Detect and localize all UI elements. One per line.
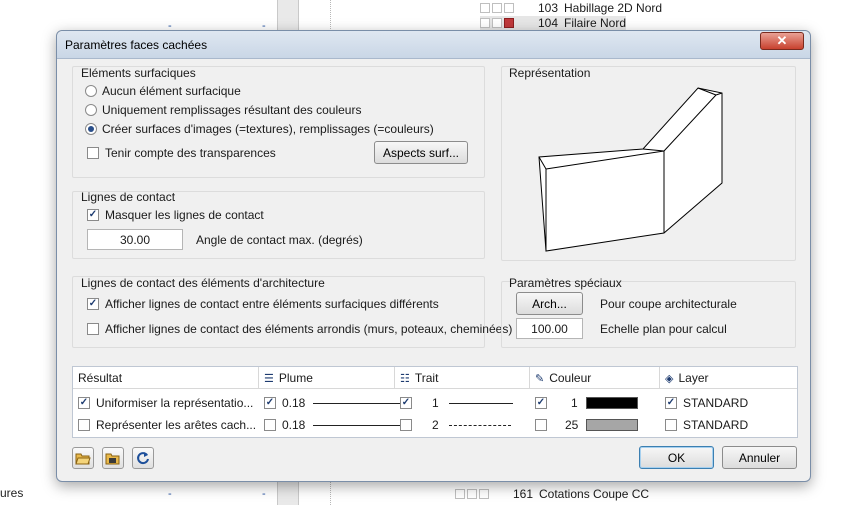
- hidden-faces-dialog: Paramètres faces cachées ✕ Eléments surf…: [56, 30, 811, 482]
- pen-cell[interactable]: 0.18: [264, 418, 406, 432]
- pen-cell[interactable]: ✓ 0.18: [264, 396, 406, 410]
- col-header-color[interactable]: ✎ Couleur: [530, 367, 660, 389]
- color-swatch: [586, 419, 639, 431]
- checkbox[interactable]: [535, 419, 547, 431]
- mask-contact-checkbox[interactable]: ✓ Masquer les lignes de contact: [87, 208, 264, 222]
- color-pen-icon: ✎: [535, 372, 545, 385]
- line-cell[interactable]: ✓ 1: [400, 396, 513, 410]
- show-rounded-elements-checkbox[interactable]: Afficher lignes de contact des éléments …: [87, 322, 512, 336]
- checkbox[interactable]: ✓: [400, 397, 412, 409]
- contact-angle-input[interactable]: 30.00: [87, 229, 183, 250]
- scale-input[interactable]: 100.00: [516, 318, 583, 339]
- checkbox[interactable]: ✓: [78, 397, 90, 409]
- arch-contact-label: Lignes de contact des éléments d'archite…: [81, 276, 325, 290]
- save-favorites-button[interactable]: [102, 447, 124, 469]
- pen-line-preview: [313, 424, 406, 426]
- pen-icon: ☰: [264, 372, 274, 385]
- contact-lines-label: Lignes de contact: [81, 190, 176, 204]
- background-list-item[interactable]: 161 Cotations Coupe CC: [455, 486, 649, 502]
- refresh-icon: [137, 452, 149, 465]
- color-cell[interactable]: ✓ 1: [535, 396, 638, 410]
- bg-dash: -: [262, 488, 266, 500]
- representation-preview-icon: [538, 87, 723, 252]
- checkbox[interactable]: [78, 419, 90, 431]
- close-button[interactable]: ✕: [760, 32, 804, 50]
- result-table: Résultat ☰ Plume ☷ Trait ✎ Couleur ◈ Lay…: [72, 366, 798, 438]
- background-list-item[interactable]: 104 Filaire Nord: [480, 16, 627, 30]
- layer-cell[interactable]: ✓ STANDARD: [665, 396, 748, 410]
- line-preview: [448, 402, 513, 404]
- arch-section-label: Pour coupe architecturale: [600, 297, 737, 311]
- line-cell[interactable]: 2: [400, 418, 511, 432]
- pen-line-preview: [313, 402, 406, 404]
- background-label: ures: [0, 486, 24, 500]
- layer-icon: ◈: [665, 372, 674, 385]
- line-type-icon: ☷: [400, 372, 410, 385]
- checkbox[interactable]: [87, 147, 99, 159]
- color-swatch: [585, 397, 638, 409]
- radio-button[interactable]: [85, 104, 97, 116]
- col-header-result[interactable]: Résultat: [73, 367, 259, 389]
- radio-button-selected[interactable]: [85, 123, 97, 135]
- cancel-button[interactable]: Annuler: [722, 446, 797, 469]
- line-preview: [448, 424, 511, 426]
- radio-button[interactable]: [85, 85, 97, 97]
- checkbox[interactable]: [264, 419, 276, 431]
- col-header-line[interactable]: ☷ Trait: [395, 367, 530, 389]
- col-header-pen[interactable]: ☰ Plume: [259, 367, 395, 389]
- arch-button[interactable]: Arch...: [516, 292, 583, 315]
- checkbox[interactable]: ✓: [264, 397, 276, 409]
- radio-no-surface[interactable]: Aucun élément surfacique: [85, 84, 241, 98]
- aspects-surf-button[interactable]: Aspects surf...: [374, 141, 468, 164]
- col-header-layer[interactable]: ◈ Layer: [660, 367, 799, 389]
- checkbox[interactable]: ✓: [87, 298, 99, 310]
- checkbox[interactable]: [665, 419, 677, 431]
- color-cell[interactable]: 25: [535, 418, 639, 432]
- folder-save-icon: [105, 453, 120, 465]
- close-icon: ✕: [776, 33, 788, 48]
- folder-open-icon: [75, 453, 91, 465]
- open-favorites-button[interactable]: [72, 447, 94, 469]
- radio-textures[interactable]: Créer surfaces d'images (=textures), rem…: [85, 122, 434, 136]
- table-row[interactable]: ✓ Uniformiser la représentatio...: [78, 396, 253, 410]
- contact-angle-label: Angle de contact max. (degrés): [196, 233, 363, 247]
- scale-label: Echelle plan pour calcul: [600, 322, 727, 336]
- radio-fill-colors[interactable]: Uniquement remplissages résultant des co…: [85, 103, 361, 117]
- special-params-label: Paramètres spéciaux: [509, 276, 622, 290]
- checkbox[interactable]: ✓: [535, 397, 547, 409]
- bg-dash: -: [168, 488, 172, 500]
- reset-button[interactable]: [132, 447, 154, 469]
- transparency-checkbox[interactable]: Tenir compte des transparences: [87, 146, 276, 160]
- show-different-surfaces-checkbox[interactable]: ✓ Afficher lignes de contact entre éléme…: [87, 297, 439, 311]
- dialog-title: Paramètres faces cachées: [65, 38, 208, 52]
- background-list-item[interactable]: 103 Habillage 2D Nord: [480, 0, 662, 16]
- surface-elements-label: Eléments surfaciques: [81, 66, 196, 80]
- ok-button[interactable]: OK: [639, 446, 714, 469]
- layer-cell[interactable]: STANDARD: [665, 418, 748, 432]
- checkbox[interactable]: [87, 323, 99, 335]
- checkbox[interactable]: ✓: [87, 209, 99, 221]
- checkbox[interactable]: ✓: [665, 397, 677, 409]
- checkbox[interactable]: [400, 419, 412, 431]
- dialog-titlebar[interactable]: Paramètres faces cachées ✕: [57, 31, 810, 59]
- table-row[interactable]: Représenter les arêtes cach...: [78, 418, 256, 432]
